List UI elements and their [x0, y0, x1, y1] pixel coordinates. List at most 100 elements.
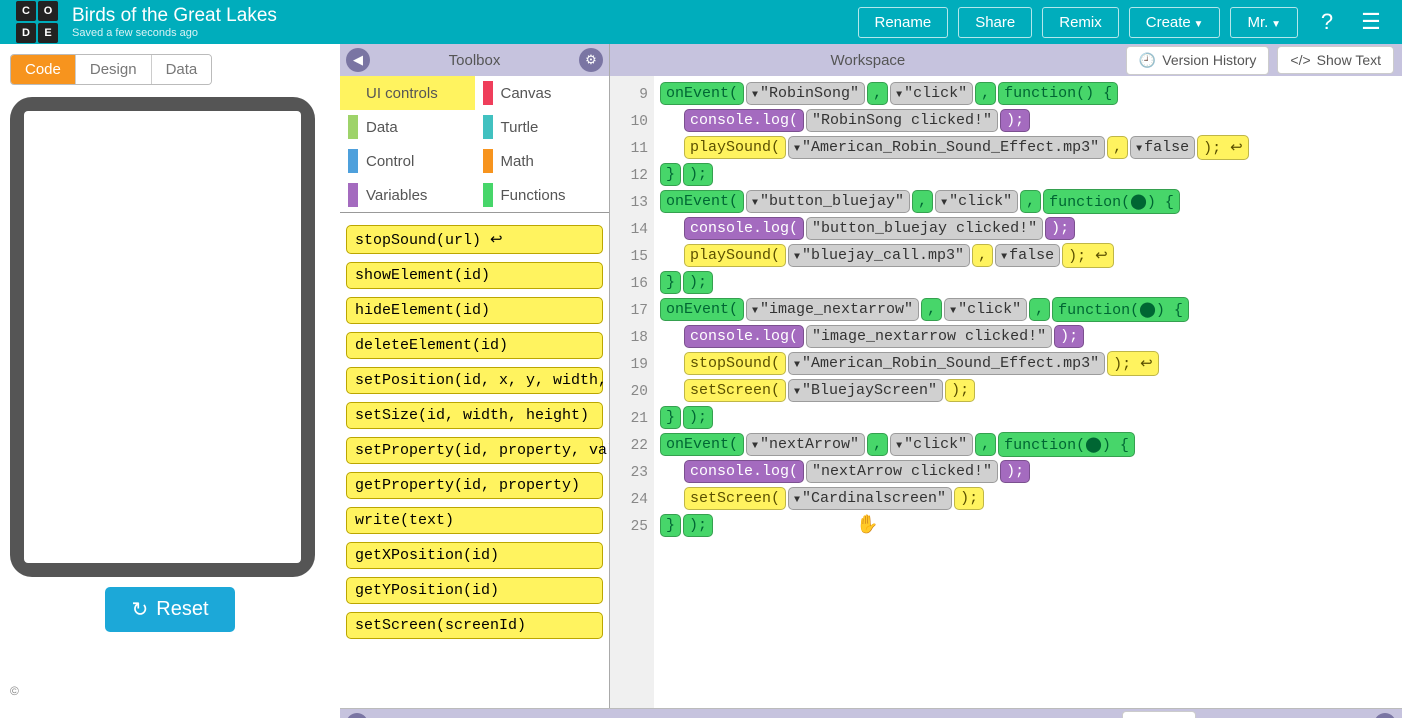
code-token[interactable]: "button_bluejay" — [746, 190, 910, 213]
tab-data[interactable]: Data — [151, 55, 212, 84]
tab-design[interactable]: Design — [75, 55, 151, 84]
code-token[interactable]: ); — [683, 271, 713, 294]
code-token[interactable]: "click" — [935, 190, 1018, 213]
code-token[interactable]: , — [912, 190, 933, 213]
category-ui-controls[interactable]: UI controls — [340, 76, 475, 110]
code-token[interactable]: onEvent( — [660, 82, 744, 105]
code-token[interactable]: , — [867, 82, 888, 105]
code-token[interactable]: ); — [1054, 325, 1084, 348]
collapse-toolbox-icon[interactable]: ◀ — [346, 48, 370, 72]
category-control[interactable]: Control — [340, 144, 475, 178]
code-org-logo[interactable]: CODE — [16, 1, 58, 43]
code-token[interactable]: , — [1107, 136, 1128, 159]
category-variables[interactable]: Variables — [340, 178, 475, 212]
rename-button[interactable]: Rename — [858, 7, 949, 38]
code-token[interactable]: ); ↩ — [1197, 135, 1249, 160]
code-line[interactable]: playSound("American_Robin_Sound_Effect.m… — [660, 134, 1396, 161]
code-token[interactable]: ); ↩ — [1107, 351, 1159, 376]
code-token[interactable]: function(⬤) { — [998, 432, 1135, 457]
user-dropdown[interactable]: Mr. — [1230, 7, 1298, 38]
code-line[interactable]: playSound("bluejay_call.mp3", false); ↩ — [660, 242, 1396, 269]
toolbox-block[interactable]: showElement(id) — [346, 262, 603, 289]
code-token[interactable]: ); — [1045, 217, 1075, 240]
code-token[interactable]: console.log( — [684, 217, 804, 240]
code-token[interactable]: , — [1020, 190, 1041, 213]
code-token[interactable]: "click" — [890, 433, 973, 456]
toolbox-block-list[interactable]: stopSound(url) ↩ showElement(id) hideEleme… — [340, 213, 609, 708]
code-token[interactable]: onEvent( — [660, 433, 744, 456]
code-line[interactable]: onEvent("image_nextarrow", "click", func… — [660, 296, 1396, 323]
share-button[interactable]: Share — [958, 7, 1032, 38]
code-line[interactable]: onEvent("RobinSong", "click", function()… — [660, 80, 1396, 107]
code-token[interactable]: , — [972, 244, 993, 267]
code-line[interactable]: stopSound("American_Robin_Sound_Effect.m… — [660, 350, 1396, 377]
code-token[interactable]: "RobinSong clicked!" — [806, 109, 998, 132]
code-token[interactable]: } — [660, 163, 681, 186]
code-token[interactable]: function(⬤) { — [1043, 189, 1180, 214]
menu-icon[interactable]: ☰ — [1356, 9, 1386, 35]
clear-console-button[interactable]: ◢ Clear — [1122, 711, 1196, 718]
reset-button[interactable]: ↻ Reset — [105, 587, 234, 632]
code-line[interactable]: } ); — [660, 161, 1396, 188]
code-token[interactable]: onEvent( — [660, 190, 744, 213]
category-turtle[interactable]: Turtle — [475, 110, 610, 144]
code-token[interactable]: "American_Robin_Sound_Effect.mp3" — [788, 136, 1105, 159]
code-line[interactable]: } ); — [660, 512, 1396, 539]
code-token[interactable]: "nextArrow clicked!" — [806, 460, 998, 483]
code-token[interactable]: ); — [1000, 460, 1030, 483]
code-token[interactable]: } — [660, 271, 681, 294]
code-token[interactable]: ); — [1000, 109, 1030, 132]
toolbox-block[interactable]: stopSound(url) ↩ — [346, 225, 603, 254]
code-token[interactable]: onEvent( — [660, 298, 744, 321]
code-line[interactable]: console.log("nextArrow clicked!"); — [660, 458, 1396, 485]
code-token[interactable]: ); — [683, 514, 713, 537]
code-token[interactable]: "click" — [944, 298, 1027, 321]
code-token[interactable]: false — [995, 244, 1060, 267]
code-line[interactable]: } ); — [660, 269, 1396, 296]
code-line[interactable]: onEvent("nextArrow", "click", function(⬤… — [660, 431, 1396, 458]
code-token[interactable]: console.log( — [684, 325, 804, 348]
code-token[interactable]: false — [1130, 136, 1195, 159]
code-line[interactable]: setScreen("BluejayScreen"); — [660, 377, 1396, 404]
code-token[interactable]: "image_nextarrow clicked!" — [806, 325, 1052, 348]
code-line[interactable]: } ); — [660, 404, 1396, 431]
category-canvas[interactable]: Canvas — [475, 76, 610, 110]
collapse-debug-icon[interactable]: ▾ — [346, 713, 368, 718]
code-line[interactable]: onEvent("button_bluejay", "click", funct… — [660, 188, 1396, 215]
toolbox-block[interactable]: deleteElement(id) — [346, 332, 603, 359]
code-token[interactable]: , — [921, 298, 942, 321]
code-token[interactable]: console.log( — [684, 109, 804, 132]
code-token[interactable]: ); ↩ — [1062, 243, 1114, 268]
phone-screen[interactable] — [24, 111, 301, 563]
code-token[interactable]: ); — [683, 406, 713, 429]
toolbox-block[interactable]: setSize(id, width, height) — [346, 402, 603, 429]
code-token[interactable]: } — [660, 406, 681, 429]
code-token[interactable]: , — [867, 433, 888, 456]
code-token[interactable]: setScreen( — [684, 487, 786, 510]
toolbox-block[interactable]: write(text) — [346, 507, 603, 534]
toolbox-block[interactable]: getProperty(id, property) — [346, 472, 603, 499]
toolbox-block[interactable]: setPosition(id, x, y, width, — [346, 367, 603, 394]
code-token[interactable]: "bluejay_call.mp3" — [788, 244, 970, 267]
toolbox-block[interactable]: getXPosition(id) — [346, 542, 603, 569]
code-token[interactable]: ); — [954, 487, 984, 510]
toolbox-block[interactable]: getYPosition(id) — [346, 577, 603, 604]
code-token[interactable]: function() { — [998, 82, 1118, 105]
category-math[interactable]: Math — [475, 144, 610, 178]
help-icon[interactable]: ? — [1312, 9, 1342, 35]
code-token[interactable]: console.log( — [684, 460, 804, 483]
project-title[interactable]: Birds of the Great Lakes — [72, 5, 848, 27]
tab-code[interactable]: Code — [11, 55, 75, 84]
code-token[interactable]: ); — [683, 163, 713, 186]
code-token[interactable]: "button_bluejay clicked!" — [806, 217, 1043, 240]
expand-watchers-icon[interactable]: ▸ — [1374, 713, 1396, 718]
toolbox-settings-icon[interactable]: ⚙ — [579, 48, 603, 72]
toolbox-block[interactable]: hideElement(id) — [346, 297, 603, 324]
code-token[interactable]: function(⬤) { — [1052, 297, 1189, 322]
show-text-button[interactable]: </> Show Text — [1277, 46, 1394, 74]
code-token[interactable]: setScreen( — [684, 379, 786, 402]
code-token[interactable]: "click" — [890, 82, 973, 105]
code-token[interactable]: "BluejayScreen" — [788, 379, 943, 402]
version-history-button[interactable]: 🕘 Version History — [1126, 46, 1270, 75]
code-token[interactable]: stopSound( — [684, 352, 786, 375]
